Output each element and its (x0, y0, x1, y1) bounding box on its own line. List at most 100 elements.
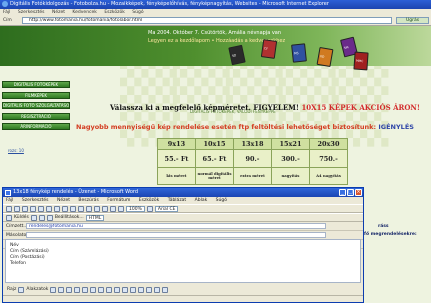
line-icon[interactable] (50, 286, 57, 293)
cc-field[interactable] (26, 232, 326, 238)
word-menu-view[interactable]: Nézet (57, 198, 70, 203)
arrow-icon[interactable] (58, 286, 65, 293)
hyperlink-icon[interactable] (94, 205, 100, 212)
table-row: 55.- Ft 65.- Ft 90.- 300.- 750.- (157, 149, 348, 168)
spelling-icon[interactable] (46, 205, 52, 212)
rectangle-icon[interactable] (66, 286, 73, 293)
headline-ftp: Nagyobb mennyiségű kép rendelése esetén … (76, 123, 414, 131)
request-link[interactable]: IGÉNYLÉS (378, 123, 414, 131)
font-select[interactable]: Arial CE (154, 205, 179, 212)
picture-icon[interactable] (106, 286, 113, 293)
word-menu-help[interactable]: Súgó (216, 198, 227, 203)
menu-tools[interactable]: Eszközök (104, 10, 124, 15)
site-banner: Ma 2004. Október 7. Csütörtök, Amália né… (0, 26, 431, 71)
new-icon[interactable] (6, 205, 12, 212)
dash-style-icon[interactable] (146, 286, 153, 293)
word-menu-format[interactable]: Formátum (107, 198, 130, 203)
browser-title-bar: Digitális Fotókidolgozás - Fotobolza.hu … (0, 0, 431, 9)
note-cell: kis méret (157, 167, 196, 185)
price-cell: 65.- Ft (195, 149, 234, 168)
drawing-toolbar: Rajz Alakzatok (5, 285, 361, 294)
help-icon[interactable] (146, 205, 153, 212)
select-arrow-icon[interactable] (18, 286, 25, 293)
sidebar-link[interactable]: rozs: 10 (8, 148, 24, 153)
menu-view[interactable]: Nézet (52, 10, 65, 15)
word-menu-file[interactable]: Fájl (6, 198, 13, 203)
menu-file[interactable]: Fájl (3, 10, 10, 15)
shadow-icon[interactable] (154, 286, 161, 293)
size-cell[interactable]: 20x30 (309, 138, 348, 150)
size-cell[interactable]: 10x15 (195, 138, 234, 150)
fill-color-icon[interactable] (114, 286, 121, 293)
sidebar-item-prices[interactable]: ÁRINFORMÁCIÓ (2, 123, 70, 130)
sidebar-item-registration[interactable]: REGISZTRÁCIÓ (2, 112, 70, 120)
format-select[interactable]: HTML (85, 214, 105, 221)
price-cell: 750.- (309, 149, 348, 168)
cc-button[interactable]: Másolatot... (6, 233, 32, 238)
price-cell: 55.- Ft (157, 149, 196, 168)
line-style-icon[interactable] (138, 286, 145, 293)
headline-choose-size: Válassza ki a megfelelő képméretet. FIGY… (110, 103, 420, 112)
save-icon[interactable] (22, 205, 28, 212)
size-cell[interactable]: 9x13 (157, 138, 196, 150)
to-button[interactable]: Címzett... (6, 224, 28, 229)
browser-title: Digitális Fotókidolgozás - Fotobolza.hu … (10, 1, 329, 7)
oval-icon[interactable] (74, 286, 81, 293)
menu-edit[interactable]: Szerkesztés (18, 10, 45, 15)
send-button[interactable]: Küldés (14, 215, 29, 220)
drawing-icon[interactable] (118, 205, 124, 212)
attach-icon[interactable] (30, 214, 37, 221)
word-menu-table[interactable]: Táblázat (168, 198, 187, 203)
word-menu-window[interactable]: Ablak (195, 198, 208, 203)
sidebar-item-film[interactable]: FILMKÉPEK (2, 91, 70, 99)
flag-icon[interactable] (46, 214, 53, 221)
font-color-icon[interactable] (130, 286, 137, 293)
note-cell: extra méret (233, 167, 272, 185)
word-menu-insert[interactable]: Beszúrás (78, 198, 98, 203)
minimize-button[interactable]: _ (339, 189, 346, 196)
address-input[interactable]: http://www.fotomania.hu/fotomania/fotola… (22, 17, 392, 24)
clipart-icon[interactable] (98, 286, 105, 293)
options-button[interactable]: Beállítások... (55, 215, 84, 220)
autoshapes-menu[interactable]: Alakzatok (26, 287, 48, 292)
redo-icon[interactable] (86, 205, 92, 212)
size-cell[interactable]: 15x21 (271, 138, 310, 150)
word-icon (5, 189, 11, 196)
zoom-select[interactable]: 100% (126, 205, 145, 212)
to-field[interactable]: rendeles@fotomania.hu (26, 223, 326, 229)
line-color-icon[interactable] (122, 286, 129, 293)
go-button[interactable]: Ugrás (396, 17, 429, 24)
cut-icon[interactable] (54, 205, 60, 212)
memory-card-icon: MS (291, 43, 307, 63)
screen: Digitális Fotókidolgozás - Fotobolza.hu … (0, 0, 431, 303)
menu-favorites[interactable]: Kedvencek (72, 10, 96, 15)
sidebar-item-services[interactable]: DIGITÁLIS FOTÓ SZOLGÁLTATÁSOK (2, 102, 70, 109)
wordart-icon[interactable] (90, 286, 97, 293)
copy-icon[interactable] (62, 205, 68, 212)
undo-icon[interactable] (78, 205, 84, 212)
table-icon[interactable] (102, 205, 108, 212)
right-note-orders: fő megrendelésekre: (364, 232, 417, 237)
body-line: Telefon (10, 261, 26, 266)
send-icon[interactable] (6, 214, 12, 221)
size-cell[interactable]: 13x18 (233, 138, 272, 150)
textbox-icon[interactable] (82, 286, 89, 293)
word-menu-edit[interactable]: Szerkesztés (22, 198, 49, 203)
message-body[interactable]: Név Cím (Számlázási) Cím (Postázási) Tel… (5, 239, 361, 283)
address-book-icon[interactable] (38, 214, 45, 221)
print-icon[interactable] (30, 205, 36, 212)
word-menu-tools[interactable]: Eszközök (139, 198, 159, 203)
3d-icon[interactable] (162, 286, 169, 293)
menu-help[interactable]: Súgó (132, 10, 143, 15)
banner-date: Ma 2004. Október 7. Csütörtök, Amália né… (148, 30, 282, 36)
email-toolbar: Küldés Beállítások... HTML (3, 213, 363, 222)
columns-icon[interactable] (110, 205, 116, 212)
preview-icon[interactable] (38, 205, 44, 212)
price-cell: 90.- (233, 149, 272, 168)
paste-icon[interactable] (70, 205, 76, 212)
maximize-button[interactable]: □ (347, 189, 354, 196)
sidebar-item-digital-photos[interactable]: DIGITÁLIS FOTÓKÉPEK (2, 81, 70, 88)
close-button[interactable]: × (355, 189, 362, 196)
open-icon[interactable] (14, 205, 20, 212)
draw-menu[interactable]: Rajz (7, 287, 16, 292)
